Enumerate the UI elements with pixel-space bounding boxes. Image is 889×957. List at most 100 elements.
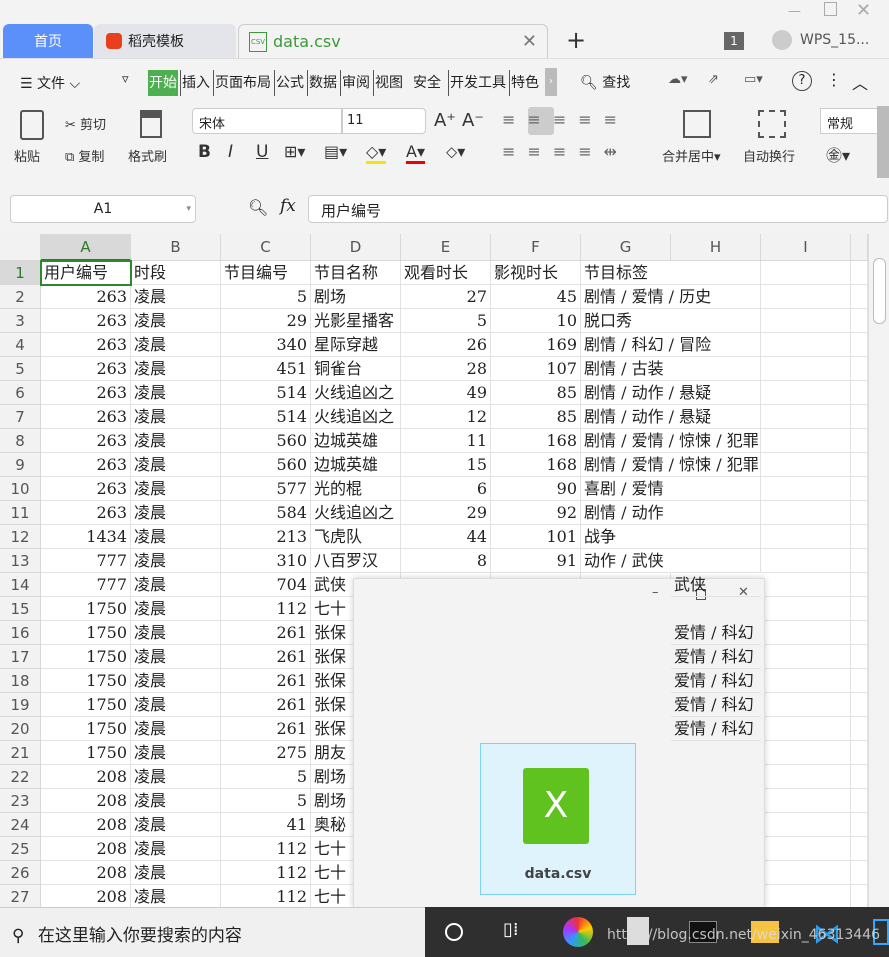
cell[interactable]: 凌晨	[131, 405, 221, 429]
select-all-corner[interactable]	[0, 234, 41, 261]
row-header[interactable]: 1	[0, 261, 41, 285]
cell[interactable]: 火线追凶之	[311, 501, 401, 525]
cell[interactable]: 剧情 / 动作 / 悬疑	[581, 405, 711, 429]
row-header[interactable]: 22	[0, 765, 41, 789]
cell[interactable]: 爱情 / 科幻	[671, 621, 761, 645]
cell[interactable]	[761, 837, 851, 861]
cell[interactable]: 263	[41, 333, 131, 357]
scrollbar-thumb[interactable]	[873, 258, 886, 324]
copy-button[interactable]: ⧉ 复制	[65, 146, 104, 165]
cell[interactable]: 凌晨	[131, 813, 221, 837]
row-header[interactable]: 15	[0, 597, 41, 621]
ribbon-scroll-right[interactable]	[877, 106, 889, 178]
cell[interactable]	[761, 525, 851, 549]
cell[interactable]	[671, 549, 761, 573]
cell[interactable]: 208	[41, 837, 131, 861]
cell[interactable]	[761, 573, 851, 597]
cell[interactable]	[851, 885, 868, 908]
row-header[interactable]: 2	[0, 285, 41, 309]
cell[interactable]: 208	[41, 885, 131, 908]
cell[interactable]: 263	[41, 477, 131, 501]
row-header[interactable]: 24	[0, 813, 41, 837]
cell[interactable]: 凌晨	[131, 381, 221, 405]
row-header[interactable]: 10	[0, 477, 41, 501]
cell[interactable]: 凌晨	[131, 765, 221, 789]
cell[interactable]: 263	[41, 429, 131, 453]
row-header[interactable]: 12	[0, 525, 41, 549]
cell[interactable]: 1750	[41, 597, 131, 621]
cell[interactable]	[761, 261, 851, 285]
cell[interactable]: 节目标签	[581, 261, 671, 285]
cloud-sync-icon[interactable]: ☁▾	[668, 72, 688, 87]
cell[interactable]: 凌晨	[131, 285, 221, 309]
cell[interactable]	[851, 597, 868, 621]
row-header[interactable]: 20	[0, 717, 41, 741]
cell[interactable]	[851, 261, 868, 285]
file-tile[interactable]: X data.csv	[480, 743, 636, 895]
cell[interactable]: 28	[401, 357, 491, 381]
cell[interactable]: 514	[221, 381, 311, 405]
cell[interactable]	[851, 837, 868, 861]
cell[interactable]	[761, 693, 851, 717]
cell[interactable]: 263	[41, 357, 131, 381]
tab-home[interactable]: 首页	[3, 24, 93, 58]
cell[interactable]: 208	[41, 813, 131, 837]
cell[interactable]: 27	[401, 285, 491, 309]
alignment-buttons[interactable]: ≡≡≡≡≡	[502, 110, 629, 129]
cell[interactable]	[761, 309, 851, 333]
paste-button[interactable]: 粘贴	[14, 146, 40, 165]
cell[interactable]: 1750	[41, 693, 131, 717]
cell[interactable]: 112	[221, 597, 311, 621]
cell[interactable]: 凌晨	[131, 453, 221, 477]
cell[interactable]: 剧情 / 动作 / 悬疑	[581, 381, 711, 405]
cell[interactable]: 263	[41, 381, 131, 405]
cell[interactable]: 29	[401, 501, 491, 525]
cell[interactable]: 时段	[131, 261, 221, 285]
cell[interactable]: 451	[221, 357, 311, 381]
cell[interactable]: 凌晨	[131, 501, 221, 525]
cell[interactable]	[761, 885, 851, 908]
row-header[interactable]: 6	[0, 381, 41, 405]
cell[interactable]: 514	[221, 405, 311, 429]
cell[interactable]: 1750	[41, 621, 131, 645]
cell[interactable]: 1750	[41, 669, 131, 693]
cell[interactable]: 凌晨	[131, 669, 221, 693]
cell[interactable]: 11	[401, 429, 491, 453]
row-header[interactable]: 13	[0, 549, 41, 573]
cell[interactable]	[761, 789, 851, 813]
wrap-text-button[interactable]: 自动换行	[743, 146, 795, 165]
new-tab-button[interactable]: +	[566, 26, 586, 54]
cell[interactable]	[851, 333, 868, 357]
cell[interactable]	[761, 621, 851, 645]
cell[interactable]: 凌晨	[131, 333, 221, 357]
row-header[interactable]: 23	[0, 789, 41, 813]
cell[interactable]	[671, 309, 761, 333]
collapse-ribbon-icon[interactable]: ︿	[852, 70, 868, 94]
row-header[interactable]: 16	[0, 621, 41, 645]
account-name[interactable]: WPS_15...	[800, 32, 869, 48]
cell[interactable]: 41	[221, 813, 311, 837]
cell[interactable]	[851, 741, 868, 765]
cell[interactable]	[761, 717, 851, 741]
cell[interactable]: 铜雀台	[311, 357, 401, 381]
active-cell[interactable]	[40, 260, 132, 286]
cell[interactable]: 凌晨	[131, 717, 221, 741]
cell[interactable]: 1750	[41, 717, 131, 741]
cell[interactable]: 5	[401, 309, 491, 333]
cell[interactable]: 85	[491, 381, 581, 405]
cell[interactable]	[761, 285, 851, 309]
ribbon-tab[interactable]: 安全	[412, 70, 442, 96]
cell[interactable]: 85	[491, 405, 581, 429]
cell[interactable]: 火线追凶之	[311, 405, 401, 429]
cell[interactable]: 凌晨	[131, 597, 221, 621]
cell[interactable]	[761, 453, 851, 477]
column-header[interactable]: A	[41, 234, 131, 261]
window-close-button[interactable]: ✕	[856, 0, 871, 21]
cell[interactable]: 263	[41, 309, 131, 333]
cell[interactable]: 凌晨	[131, 693, 221, 717]
cell[interactable]: 光的棍	[311, 477, 401, 501]
cell[interactable]: 263	[41, 285, 131, 309]
window-maximize-button[interactable]	[824, 2, 837, 16]
row-header[interactable]: 27	[0, 885, 41, 908]
cell[interactable]: 560	[221, 429, 311, 453]
